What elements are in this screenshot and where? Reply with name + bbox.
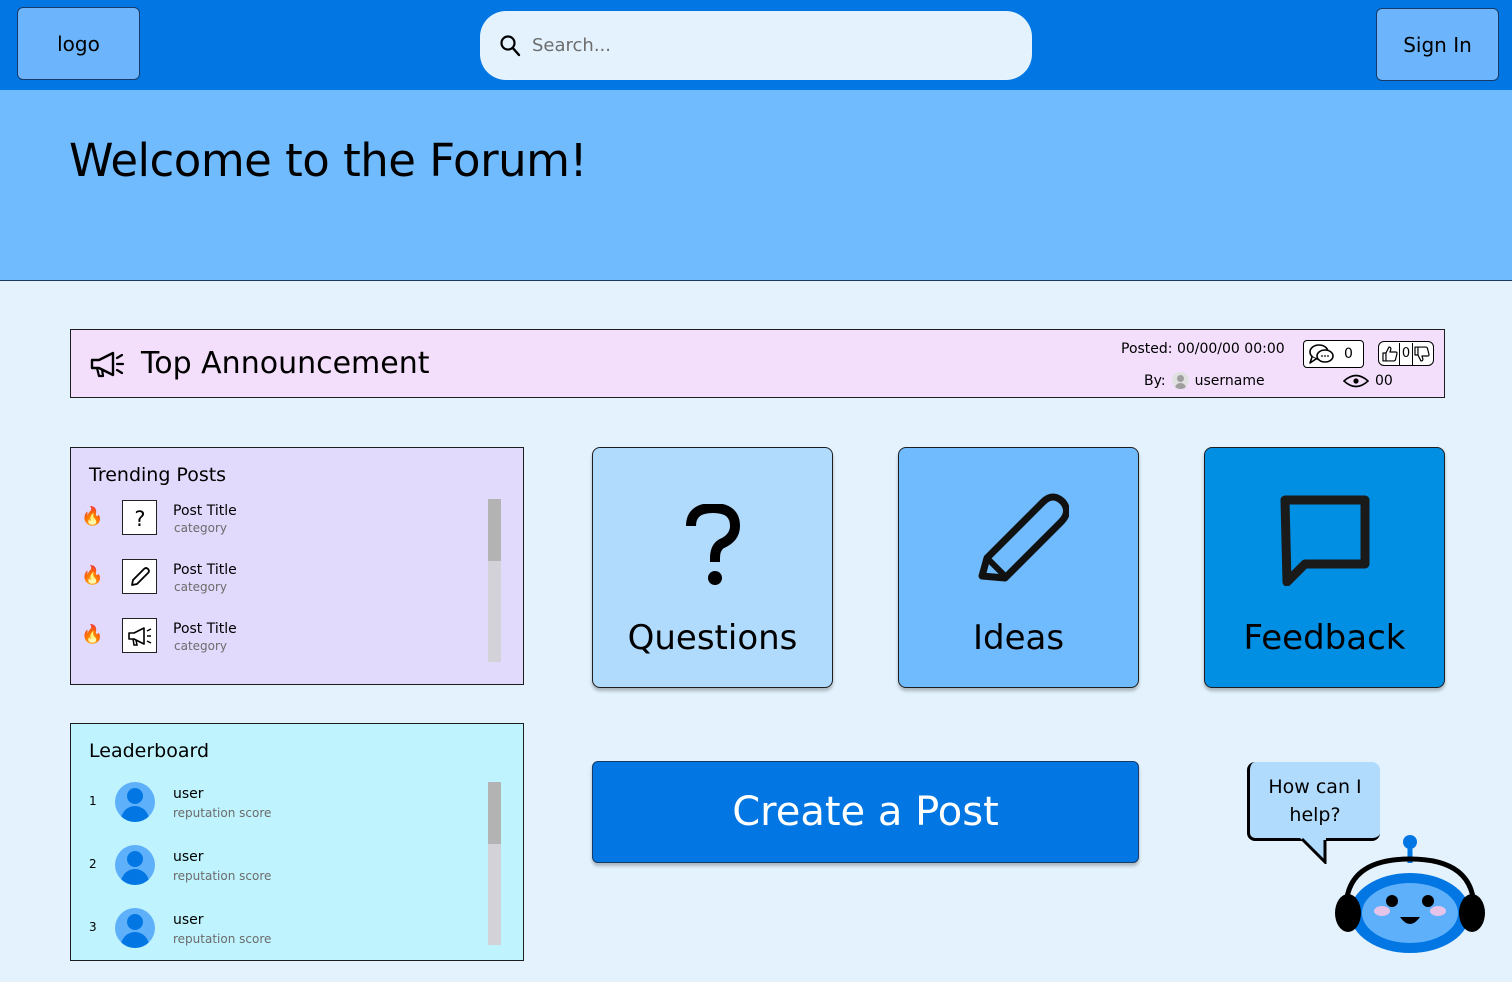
help-text-line2: help? (1289, 804, 1341, 826)
leaderboard-entry[interactable]: 2 user reputation score (89, 845, 489, 889)
announcement-posted-date: Posted: 00/00/00 00:00 (1121, 341, 1285, 357)
pencil-icon (122, 559, 157, 594)
search-bar[interactable] (480, 11, 1032, 80)
ideas-label: Ideas (972, 618, 1065, 658)
views-count-value: 00 (1375, 373, 1393, 389)
post-category: category (174, 521, 228, 535)
comments-icon (1309, 344, 1334, 364)
leaderboard-entry[interactable]: 1 user reputation score (89, 782, 489, 826)
create-post-button[interactable]: Create a Post (592, 761, 1139, 863)
megaphone-icon (122, 618, 157, 653)
scrollbar-thumb[interactable] (488, 499, 501, 561)
search-input[interactable] (532, 35, 1012, 56)
trending-post[interactable]: 🔥 Post Title category (81, 618, 481, 658)
leaderboard-panel: Leaderboard 1 user reputation score 2 us… (70, 723, 524, 961)
sign-in-label: Sign In (1403, 32, 1472, 57)
trending-posts-panel: Trending Posts 🔥 ? Post Title category 🔥… (70, 447, 524, 685)
help-text-line1: How can I (1268, 776, 1362, 798)
rank-number: 1 (89, 794, 97, 808)
top-announcement[interactable]: Top Announcement Posted: 00/00/00 00:00 … (70, 329, 1445, 398)
feedback-card[interactable]: Feedback (1204, 447, 1445, 688)
thumbs-up-icon[interactable] (1381, 345, 1399, 363)
author-username[interactable]: username (1195, 373, 1265, 389)
rank-number: 2 (89, 857, 97, 871)
leaderboard-scrollbar[interactable] (488, 782, 501, 945)
views-count: 00 (1343, 372, 1393, 390)
question-mark-icon (685, 504, 740, 585)
hero-banner: Welcome to the Forum! (0, 90, 1512, 281)
post-category: category (174, 639, 228, 653)
help-speech-bubble[interactable]: How can I help? (1247, 762, 1380, 841)
comments-count-value: 0 (1344, 346, 1353, 362)
trending-post[interactable]: 🔥 Post Title category (81, 559, 481, 599)
question-icon: ? (122, 500, 157, 535)
reputation-score: reputation score (173, 806, 272, 820)
page-title: Welcome to the Forum! (69, 134, 588, 187)
trending-scrollbar[interactable] (488, 499, 501, 662)
comments-count[interactable]: 0 (1303, 340, 1364, 368)
vote-control: 0 (1378, 341, 1434, 366)
logo-label: logo (57, 31, 100, 56)
svg-text:?: ? (134, 507, 145, 531)
speech-bubble-tail (1300, 837, 1327, 864)
trending-title: Trending Posts (89, 464, 227, 486)
pencil-icon (978, 493, 1069, 582)
leaderboard-entry[interactable]: 3 user reputation score (89, 908, 489, 952)
megaphone-icon (90, 351, 125, 378)
user-avatar-icon (1171, 372, 1189, 389)
leaderboard-title: Leaderboard (89, 740, 210, 762)
fire-icon: 🔥 (81, 506, 104, 527)
post-title: Post Title (173, 503, 237, 519)
questions-label: Questions (627, 618, 798, 658)
leaderboard-username: user (173, 849, 204, 865)
questions-card[interactable]: Questions (592, 447, 833, 688)
avatar (115, 845, 155, 885)
rank-number: 3 (89, 920, 97, 934)
by-label: By: (1144, 372, 1166, 389)
create-post-label: Create a Post (732, 789, 999, 835)
leaderboard-username: user (173, 786, 204, 802)
thumbs-down-icon[interactable] (1413, 345, 1431, 363)
trending-post[interactable]: 🔥 ? Post Title category (81, 500, 481, 540)
ideas-card[interactable]: Ideas (898, 447, 1139, 688)
reputation-score: reputation score (173, 869, 272, 883)
post-title: Post Title (173, 562, 237, 578)
reputation-score: reputation score (173, 932, 272, 946)
top-bar: logo Sign In (0, 0, 1512, 90)
scrollbar-thumb[interactable] (488, 782, 501, 844)
announcement-title: Top Announcement (141, 346, 430, 381)
post-title: Post Title (173, 621, 237, 637)
fire-icon: 🔥 (81, 565, 104, 586)
leaderboard-username: user (173, 912, 204, 928)
fire-icon: 🔥 (81, 624, 104, 645)
feedback-label: Feedback (1243, 618, 1406, 658)
sign-in-button[interactable]: Sign In (1376, 8, 1499, 81)
search-icon (500, 34, 521, 56)
post-category: category (174, 580, 228, 594)
avatar (115, 782, 155, 822)
chat-bubble-icon (1280, 495, 1369, 586)
logo-button[interactable]: logo (17, 7, 140, 80)
chatbot-robot-icon[interactable] (1330, 835, 1490, 955)
vote-count: 0 (1398, 342, 1414, 365)
announcement-author: By: username (1144, 372, 1265, 389)
avatar (115, 908, 155, 948)
eye-icon (1343, 374, 1369, 388)
